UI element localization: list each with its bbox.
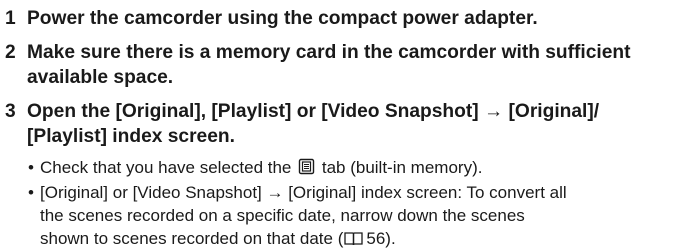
step-3: 3 Open the [Original], [Playlist] or [Vi… xyxy=(0,99,676,149)
note-item: • [Original] or [Video Snapshot] → [Orig… xyxy=(0,181,676,252)
step-number: 1 xyxy=(5,8,16,29)
built-in-memory-icon xyxy=(298,158,315,181)
bullet-dot: • xyxy=(28,158,34,177)
note-text-after-icon: tab (built-in memory). xyxy=(321,158,483,177)
step-text-line-1: Open the [Original], [Playlist] or [Vide… xyxy=(27,101,600,122)
book-reference-icon xyxy=(344,229,364,252)
note-text-line-1: [Original] or [Video Snapshot] → [Origin… xyxy=(40,183,567,202)
note-text-line-3: shown to scenes recorded on that date ( … xyxy=(40,227,676,252)
instruction-document: 1 Power the camcorder using the compact … xyxy=(0,0,676,252)
step-text-line-2: [Playlist] index screen. xyxy=(27,126,235,147)
note-text-before-icon: Check that you have selected the xyxy=(40,158,292,177)
note-text-before-ref: shown to scenes recorded on that date ( xyxy=(40,229,344,248)
step-3-notes: • Check that you have selected the tab (… xyxy=(0,156,676,252)
step-text: Power the camcorder using the compact po… xyxy=(27,8,538,29)
step-number: 2 xyxy=(5,42,16,63)
note-item: • Check that you have selected the tab (… xyxy=(0,156,676,181)
step-2: 2 Make sure there is a memory card in th… xyxy=(0,40,676,90)
page-reference[interactable]: 56 xyxy=(366,229,385,248)
note-text-after-ref: ). xyxy=(385,229,396,248)
step-text-line-2: available space. xyxy=(27,67,174,88)
step-number: 3 xyxy=(5,101,16,122)
note-text-line-2: the scenes recorded on a specific date, … xyxy=(40,206,525,225)
bullet-dot: • xyxy=(28,183,34,202)
step-1: 1 Power the camcorder using the compact … xyxy=(0,6,676,31)
step-text-line-1: Make sure there is a memory card in the … xyxy=(27,42,631,63)
